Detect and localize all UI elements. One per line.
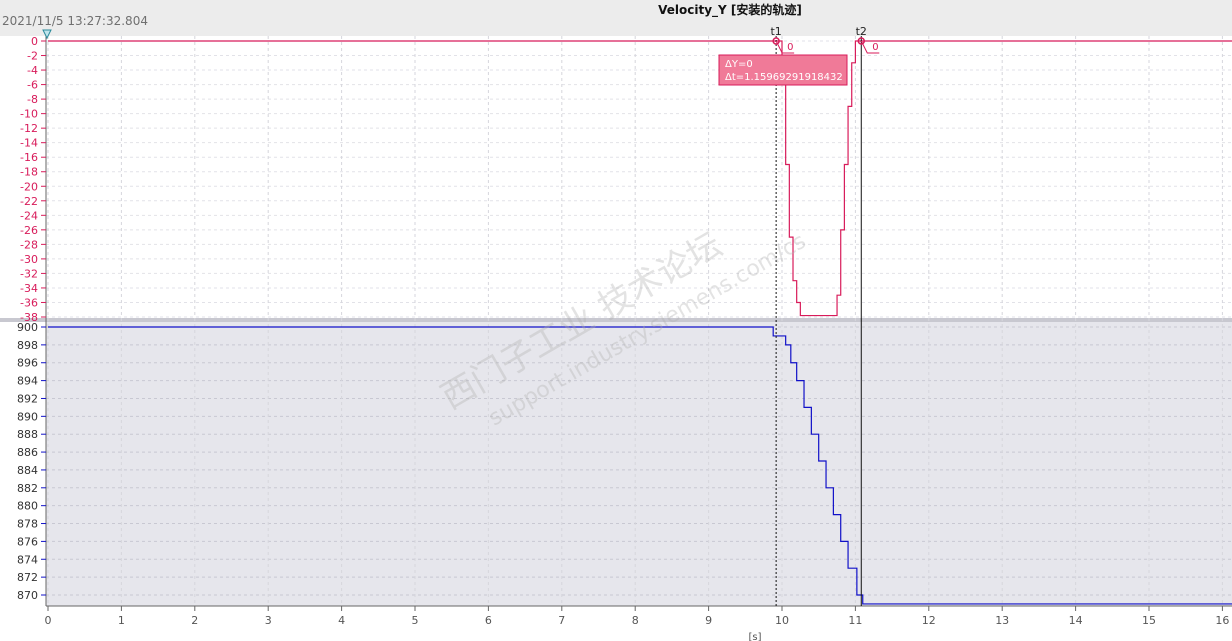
y-tick-label: -24	[20, 209, 38, 222]
trace-chart[interactable]: 0 -2-4 -6-8 -10-12 -14-16 -18-20 -22-24 -26-28 -…	[0, 0, 1232, 641]
y-tick-label: 894	[17, 375, 38, 388]
y-tick-label: -4	[27, 64, 38, 77]
cursor-t1-value: 0	[787, 42, 793, 53]
y-tick-label: -26	[20, 224, 38, 237]
y-tick-label: 892	[17, 392, 38, 405]
x-tick-label: 9	[705, 614, 712, 627]
y-tick-label: -36	[20, 296, 38, 309]
y-tick-label: -18	[20, 166, 38, 179]
y-tick-label: 898	[17, 339, 38, 352]
y-tick-label: 878	[17, 518, 38, 531]
x-tick-label: 1	[118, 614, 125, 627]
x-tick-label: 15	[1142, 614, 1156, 627]
x-tick-label: 7	[558, 614, 565, 627]
cursor-t1-label: t1	[770, 25, 781, 38]
y-tick-label: 880	[17, 500, 38, 513]
x-tick-label: 5	[412, 614, 419, 627]
y-tick-label: 0	[31, 35, 38, 48]
y-tick-label: 876	[17, 535, 38, 548]
y-tick-label: 882	[17, 482, 38, 495]
x-ticks: 0 1 2 3 4 5 6 7 8 9 10 11 12 13 14 15 16	[45, 606, 1229, 627]
y-tick-label: -10	[20, 108, 38, 121]
y-tick-label: -6	[27, 79, 38, 92]
upper-y-ticks: 0 -2-4 -6-8 -10-12 -14-16 -18-20 -22-24 -26-28 -…	[20, 35, 46, 324]
x-tick-label: 8	[632, 614, 639, 627]
delta-y-text: ΔY=0	[725, 59, 753, 70]
y-tick-label: 872	[17, 571, 38, 584]
y-tick-label: 884	[17, 464, 38, 477]
y-tick-label: -32	[20, 267, 38, 280]
x-tick-label: 6	[485, 614, 492, 627]
y-tick-label: -16	[20, 151, 38, 164]
x-tick-label: 10	[775, 614, 789, 627]
x-tick-label: 13	[995, 614, 1009, 627]
x-tick-label: 14	[1069, 614, 1083, 627]
y-tick-label: -22	[20, 195, 38, 208]
y-tick-label: -14	[20, 137, 38, 150]
delta-t-text: Δt=1.15969291918432	[725, 72, 843, 83]
y-tick-label: -30	[20, 253, 38, 266]
y-tick-label: -12	[20, 122, 38, 135]
y-tick-label: 890	[17, 410, 38, 423]
x-tick-label: 4	[338, 614, 345, 627]
y-tick-label: 874	[17, 553, 38, 566]
y-tick-label: 870	[17, 589, 38, 602]
y-tick-label: -2	[27, 50, 38, 63]
x-axis-label: [s]	[748, 632, 761, 641]
y-tick-label: -34	[20, 282, 38, 295]
x-tick-label: 2	[191, 614, 198, 627]
x-tick-label: 11	[848, 614, 862, 627]
y-tick-label: 896	[17, 357, 38, 370]
y-tick-label: -28	[20, 238, 38, 251]
cursor-t2-value: 0	[872, 42, 878, 53]
y-tick-label: 886	[17, 446, 38, 459]
y-tick-label: 900	[17, 321, 38, 334]
x-tick-label: 0	[45, 614, 52, 627]
x-tick-label: 12	[922, 614, 936, 627]
x-tick-label: 3	[265, 614, 272, 627]
x-tick-label: 16	[1215, 614, 1229, 627]
y-tick-label: -8	[27, 93, 38, 106]
upper-plot-area	[46, 36, 1232, 320]
cursor-t2-label: t2	[856, 25, 867, 38]
y-tick-label: 888	[17, 428, 38, 441]
y-tick-label: -20	[20, 180, 38, 193]
